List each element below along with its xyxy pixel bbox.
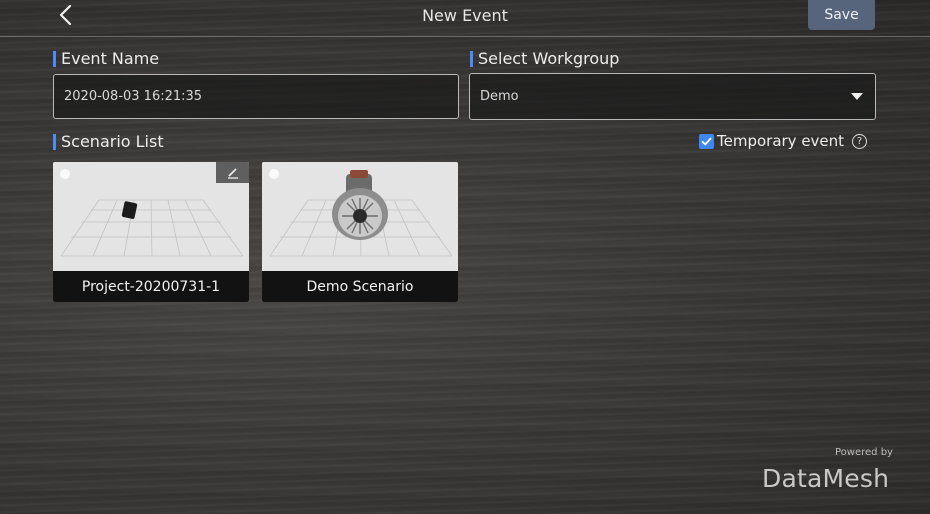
scenario-name: Project-20200731-1	[53, 271, 249, 302]
powered-by-text: Powered by	[835, 447, 893, 458]
scenario-list-label: Scenario List	[53, 132, 164, 152]
event-name-label: Event Name	[53, 49, 159, 69]
workgroup-select[interactable]: Demo	[469, 73, 876, 120]
page-title: New Event	[422, 6, 508, 25]
scenario-select-radio[interactable]	[269, 169, 279, 179]
scenario-select-radio[interactable]	[60, 169, 70, 179]
save-button[interactable]: Save	[808, 0, 875, 30]
brand-logo: DataMesh	[762, 464, 890, 493]
temporary-event-toggle[interactable]: Temporary event ?	[699, 131, 868, 151]
scenario-card-project[interactable]: Project-20200731-1	[53, 162, 249, 302]
caret-down-icon	[851, 93, 863, 100]
help-icon[interactable]: ?	[852, 133, 868, 149]
scenario-card-demo[interactable]: Demo Scenario	[262, 162, 458, 302]
scenario-name: Demo Scenario	[262, 271, 458, 302]
workgroup-value: Demo	[480, 89, 519, 104]
temporary-event-label: Temporary event	[717, 132, 845, 150]
edit-icon	[227, 167, 238, 179]
scenario-thumbnail	[262, 162, 458, 271]
top-bar: New Event Save	[0, 0, 930, 37]
workgroup-label: Select Workgroup	[470, 49, 619, 69]
event-name-value: 2020-08-03 16:21:35	[64, 89, 203, 104]
edit-button[interactable]	[216, 162, 249, 183]
check-icon	[701, 137, 712, 145]
event-name-input[interactable]: 2020-08-03 16:21:35	[53, 74, 459, 119]
temporary-event-checkbox[interactable]	[699, 133, 714, 149]
